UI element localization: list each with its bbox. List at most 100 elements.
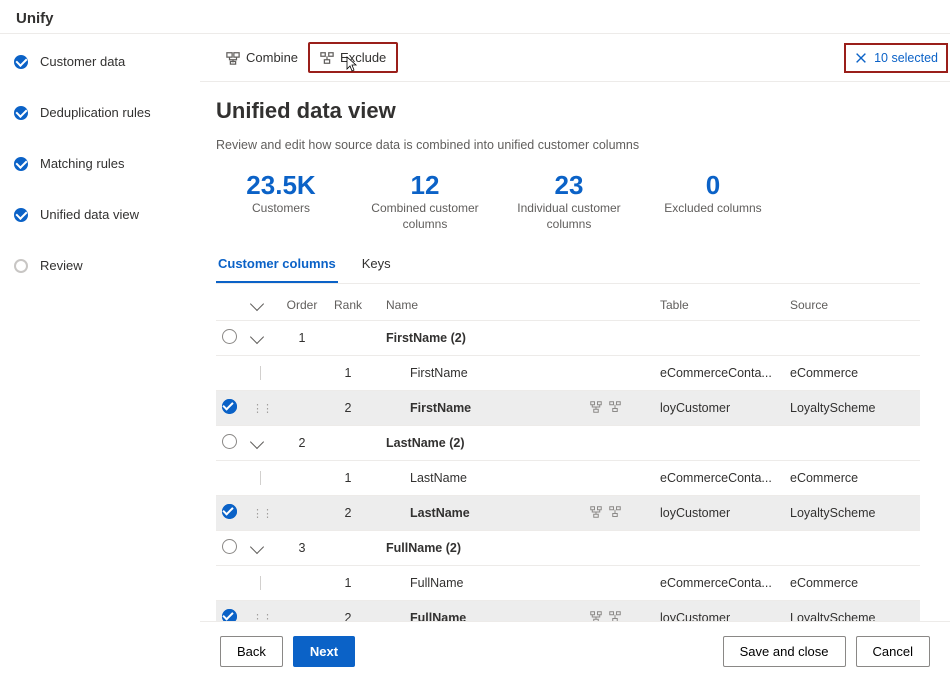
select-radio[interactable] — [222, 504, 237, 519]
table-cell: eCommerceConta... — [660, 366, 790, 380]
column-name: FirstName — [372, 401, 590, 415]
tab-keys[interactable]: Keys — [360, 246, 393, 283]
drag-handle-icon[interactable]: ⋮⋮ — [252, 508, 272, 520]
clear-selection-button[interactable]: 10 selected — [844, 43, 948, 73]
select-radio[interactable] — [222, 329, 237, 344]
next-button[interactable]: Next — [293, 636, 355, 667]
column-name: FirstName — [372, 366, 590, 380]
rank-cell: 2 — [324, 506, 372, 520]
step-matching-rules[interactable]: Matching rules — [14, 156, 190, 171]
select-radio[interactable] — [222, 434, 237, 449]
exclude-icon[interactable] — [609, 401, 621, 413]
table-cell: eCommerceConta... — [660, 471, 790, 485]
header-source[interactable]: Source — [790, 298, 920, 312]
tabs: Customer columns Keys — [216, 246, 920, 284]
group-name: FirstName (2) — [372, 331, 590, 345]
circle-icon — [14, 259, 28, 273]
combine-label: Combine — [246, 50, 298, 65]
group-row[interactable]: 1 FirstName (2) — [216, 320, 920, 355]
step-label: Customer data — [40, 54, 125, 69]
column-name: FullName — [372, 576, 590, 590]
drag-handle-icon[interactable]: ⋮⋮ — [252, 613, 272, 621]
header-table[interactable]: Table — [660, 298, 790, 312]
table-row[interactable]: 1 FirstName eCommerceConta... eCommerce — [216, 355, 920, 390]
table-row[interactable]: 1 FullName eCommerceConta... eCommerce — [216, 565, 920, 600]
header-rank[interactable]: Rank — [324, 298, 372, 312]
exclude-icon[interactable] — [609, 611, 621, 621]
footer: Back Next Save and close Cancel — [200, 621, 950, 681]
metric-value: 0 — [648, 170, 778, 201]
rank-cell: 1 — [324, 471, 372, 485]
combine-icon[interactable] — [590, 611, 602, 621]
back-button[interactable]: Back — [220, 636, 283, 667]
tree-line — [260, 576, 261, 590]
rank-cell: 1 — [324, 366, 372, 380]
order-cell: 1 — [280, 331, 324, 345]
cancel-button[interactable]: Cancel — [856, 636, 930, 667]
cursor-icon — [346, 56, 360, 75]
table-row[interactable]: ⋮⋮ 2 FirstName loyCustomer LoyaltyScheme — [216, 390, 920, 425]
header-name[interactable]: Name — [372, 298, 590, 312]
page-title-bar: Unify — [0, 0, 950, 33]
step-deduplication-rules[interactable]: Deduplication rules — [14, 105, 190, 120]
page-subheading: Review and edit how source data is combi… — [216, 138, 920, 152]
metrics-row: 23.5K Customers 12 Combined customer col… — [216, 170, 920, 232]
table-row[interactable]: ⋮⋮ 2 LastName loyCustomer LoyaltyScheme — [216, 495, 920, 530]
main-scroll-area[interactable]: Unified data view Review and edit how so… — [200, 82, 950, 621]
column-name: FullName — [372, 611, 590, 621]
selection-count: 10 selected — [874, 51, 938, 65]
table-cell: loyCustomer — [660, 401, 790, 415]
header-order[interactable]: Order — [280, 298, 324, 312]
table-cell: loyCustomer — [660, 506, 790, 520]
check-icon — [14, 157, 28, 171]
chevron-down-icon[interactable] — [252, 541, 280, 555]
group-row[interactable]: 3 FullName (2) — [216, 530, 920, 565]
chevron-down-icon[interactable] — [252, 436, 280, 450]
metric-label: Customers — [216, 201, 346, 217]
combine-button[interactable]: Combine — [216, 44, 308, 71]
rank-cell: 1 — [324, 576, 372, 590]
select-radio[interactable] — [222, 609, 237, 621]
sidebar: Customer data Deduplication rules Matchi… — [0, 34, 200, 681]
grid-body: 1 FirstName (2) 1 FirstName eCommerceCon… — [216, 320, 920, 621]
step-customer-data[interactable]: Customer data — [14, 54, 190, 69]
metric-combined-columns: 12 Combined customer columns — [360, 170, 490, 232]
combine-icon[interactable] — [590, 401, 602, 413]
step-label: Unified data view — [40, 207, 139, 222]
source-cell: eCommerce — [790, 576, 920, 590]
order-cell: 3 — [280, 541, 324, 555]
metric-value: 12 — [360, 170, 490, 201]
table-row[interactable]: 1 LastName eCommerceConta... eCommerce — [216, 460, 920, 495]
check-icon — [14, 208, 28, 222]
check-icon — [14, 55, 28, 69]
table-cell: eCommerceConta... — [660, 576, 790, 590]
step-unified-data-view[interactable]: Unified data view — [14, 207, 190, 222]
select-radio[interactable] — [222, 539, 237, 554]
source-cell: LoyaltyScheme — [790, 506, 920, 520]
grid-header: Order Rank Name Table Source — [216, 284, 920, 320]
group-name: FullName (2) — [372, 541, 590, 555]
metric-label: Excluded columns — [648, 201, 778, 217]
close-icon — [854, 51, 868, 65]
order-cell: 2 — [280, 436, 324, 450]
select-radio[interactable] — [222, 399, 237, 414]
table-row[interactable]: ⋮⋮ 2 FullName loyCustomer LoyaltyScheme — [216, 600, 920, 621]
source-cell: LoyaltyScheme — [790, 611, 920, 621]
step-label: Review — [40, 258, 83, 273]
metric-excluded-columns: 0 Excluded columns — [648, 170, 778, 232]
exclude-icon[interactable] — [609, 506, 621, 518]
save-and-close-button[interactable]: Save and close — [723, 636, 846, 667]
column-name: LastName — [372, 506, 590, 520]
tab-customer-columns[interactable]: Customer columns — [216, 246, 338, 283]
step-review[interactable]: Review — [14, 258, 190, 273]
metric-customers: 23.5K Customers — [216, 170, 346, 232]
drag-handle-icon[interactable]: ⋮⋮ — [252, 403, 272, 415]
chevron-down-icon[interactable] — [252, 298, 280, 312]
combine-icon — [226, 51, 240, 65]
metric-value: 23 — [504, 170, 634, 201]
group-row[interactable]: 2 LastName (2) — [216, 425, 920, 460]
exclude-button[interactable]: Exclude — [308, 42, 398, 73]
combine-icon[interactable] — [590, 506, 602, 518]
metric-value: 23.5K — [216, 170, 346, 201]
chevron-down-icon[interactable] — [252, 331, 280, 345]
